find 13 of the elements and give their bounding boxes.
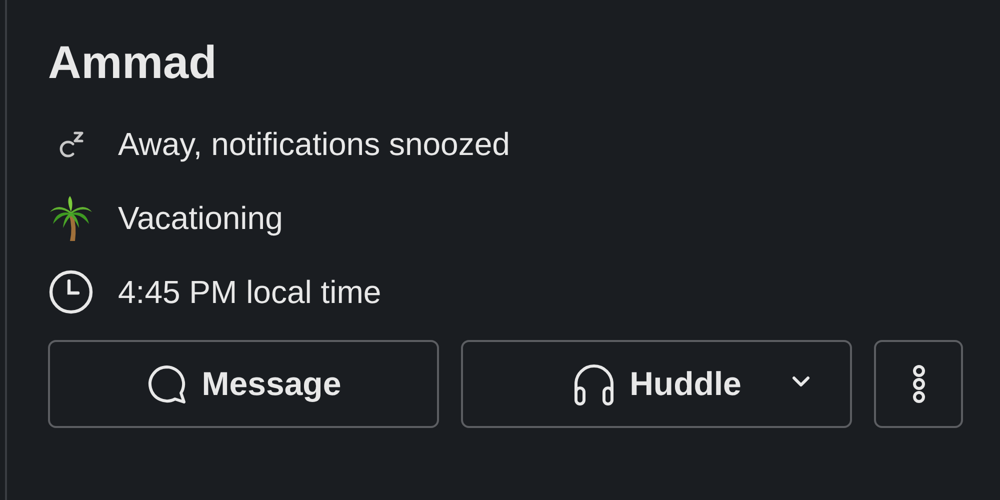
caret-icon [792,376,810,388]
more-button[interactable] [874,340,963,428]
vertical-dots-icon [912,364,926,404]
message-bubble-icon [146,363,188,405]
status-text: Vacationing [118,200,283,236]
message-button[interactable]: Message [48,340,439,428]
user-name: Ammad [48,35,217,90]
clock-icon [48,269,94,315]
status-text: Away, notifications snoozed [118,126,510,162]
palm-tree-icon [48,194,94,242]
huddle-button[interactable]: Huddle [461,340,852,428]
headphones-icon [572,362,616,406]
status-text: 4:45 PM local time [118,274,382,310]
